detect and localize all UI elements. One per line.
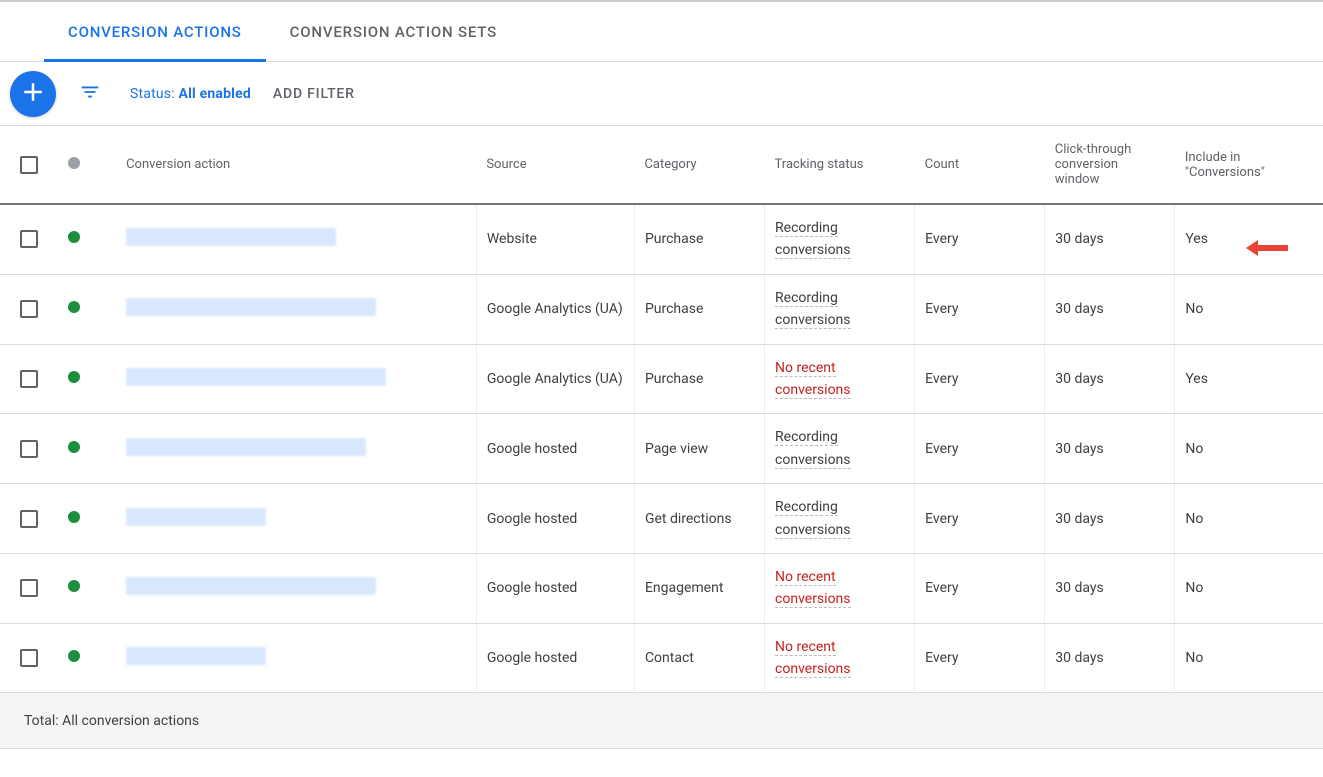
status-value: All enabled: [179, 86, 251, 102]
table-row[interactable]: Google hostedContactNo recent conversion…: [0, 623, 1323, 693]
cell-source: Google Analytics (UA): [476, 344, 634, 414]
cell-source: Google hosted: [476, 553, 634, 623]
tab-conversion-actions[interactable]: CONVERSION ACTIONS: [44, 2, 266, 62]
cell-tracking-status: Recording conversions: [765, 274, 915, 344]
cell-count: Every: [915, 274, 1045, 344]
status-dot-icon: [68, 441, 80, 453]
row-checkbox[interactable]: [20, 510, 38, 528]
col-source[interactable]: Source: [476, 126, 634, 204]
cell-count: Every: [915, 553, 1045, 623]
status-dot-icon: [68, 511, 80, 523]
cell-category: Engagement: [634, 553, 764, 623]
conversion-action-name[interactable]: [126, 298, 376, 316]
cell-include: No: [1175, 414, 1295, 484]
cell-include: No: [1175, 274, 1295, 344]
plus-icon: [18, 77, 48, 111]
col-category[interactable]: Category: [634, 126, 764, 204]
select-all-checkbox[interactable]: [20, 156, 38, 174]
col-conversion-action[interactable]: Conversion action: [116, 126, 476, 204]
table-row[interactable]: Google Analytics (UA)PurchaseRecording c…: [0, 274, 1323, 344]
cell-category: Purchase: [634, 344, 764, 414]
table-header-row: Conversion action Source Category Tracki…: [0, 126, 1323, 204]
cell-include: No: [1175, 484, 1295, 554]
tabs-container: CONVERSION ACTIONS CONVERSION ACTION SET…: [0, 2, 1323, 62]
conversion-action-name[interactable]: [126, 368, 386, 386]
cell-include: Yes: [1175, 344, 1295, 414]
cell-count: Every: [915, 344, 1045, 414]
cell-include: Yes: [1175, 204, 1295, 274]
col-include[interactable]: Include in "Conversions": [1175, 126, 1295, 204]
cell-count: Every: [915, 484, 1045, 554]
status-filter-chip[interactable]: Status: All enabled: [130, 86, 251, 102]
cell-category: Get directions: [634, 484, 764, 554]
cell-category: Page view: [634, 414, 764, 484]
col-click-through[interactable]: Click-through conversion window: [1045, 126, 1175, 204]
row-checkbox[interactable]: [20, 440, 38, 458]
conversion-action-name[interactable]: [126, 438, 366, 456]
cell-tracking-status: No recent conversions: [765, 553, 915, 623]
cell-window: 30 days: [1045, 274, 1175, 344]
filter-icon: [79, 81, 101, 107]
status-dot-icon: [68, 231, 80, 243]
cell-tracking-status: No recent conversions: [765, 344, 915, 414]
cell-category: Purchase: [634, 274, 764, 344]
table-row[interactable]: Google hostedGet directionsRecording con…: [0, 484, 1323, 554]
cell-include: No: [1175, 553, 1295, 623]
cell-count: Every: [915, 623, 1045, 693]
cell-source: Google Analytics (UA): [476, 274, 634, 344]
cell-window: 30 days: [1045, 623, 1175, 693]
table-row[interactable]: WebsitePurchaseRecording conversionsEver…: [0, 204, 1323, 274]
cell-source: Google hosted: [476, 623, 634, 693]
cell-tracking-status: Recording conversions: [765, 204, 915, 274]
row-checkbox[interactable]: [20, 370, 38, 388]
row-checkbox[interactable]: [20, 579, 38, 597]
table-row[interactable]: Google hostedEngagementNo recent convers…: [0, 553, 1323, 623]
cell-count: Every: [915, 204, 1045, 274]
cell-window: 30 days: [1045, 204, 1175, 274]
conversion-action-name[interactable]: [126, 577, 376, 595]
row-checkbox[interactable]: [20, 649, 38, 667]
conversion-action-name[interactable]: [126, 647, 266, 665]
cell-include: No: [1175, 623, 1295, 693]
cell-category: Contact: [634, 623, 764, 693]
status-dot-icon: [68, 371, 80, 383]
cell-window: 30 days: [1045, 484, 1175, 554]
row-checkbox[interactable]: [20, 300, 38, 318]
cell-category: Purchase: [634, 204, 764, 274]
status-label: Status:: [130, 86, 179, 102]
col-tracking-status[interactable]: Tracking status: [765, 126, 915, 204]
table-row[interactable]: Google hostedPage viewRecording conversi…: [0, 414, 1323, 484]
row-checkbox[interactable]: [20, 230, 38, 248]
cell-tracking-status: Recording conversions: [765, 484, 915, 554]
cell-window: 30 days: [1045, 344, 1175, 414]
cell-tracking-status: No recent conversions: [765, 623, 915, 693]
tab-conversion-action-sets[interactable]: CONVERSION ACTION SETS: [266, 2, 521, 62]
cell-count: Every: [915, 414, 1045, 484]
conversion-action-name[interactable]: [126, 228, 336, 246]
cell-tracking-status: Recording conversions: [765, 414, 915, 484]
cell-window: 30 days: [1045, 414, 1175, 484]
status-dot-icon: [68, 580, 80, 592]
cell-source: Google hosted: [476, 484, 634, 554]
conversions-table: Conversion action Source Category Tracki…: [0, 126, 1323, 777]
add-button[interactable]: [10, 71, 56, 117]
status-dot-icon: [68, 650, 80, 662]
cell-source: Website: [476, 204, 634, 274]
cell-window: 30 days: [1045, 553, 1175, 623]
status-dot-icon: [68, 301, 80, 313]
col-count[interactable]: Count: [915, 126, 1045, 204]
toolbar: Status: All enabled ADD FILTER: [0, 62, 1323, 126]
filter-button[interactable]: [70, 74, 110, 114]
add-filter-button[interactable]: ADD FILTER: [273, 86, 355, 102]
table-row[interactable]: Google Analytics (UA)PurchaseNo recent c…: [0, 344, 1323, 414]
summary-row: Total: All conversion actions: [0, 693, 1323, 749]
status-dot-icon[interactable]: [68, 157, 80, 169]
summary-label: Total: All conversion actions: [0, 693, 476, 749]
cell-source: Google hosted: [476, 414, 634, 484]
conversion-action-name[interactable]: [126, 508, 266, 526]
